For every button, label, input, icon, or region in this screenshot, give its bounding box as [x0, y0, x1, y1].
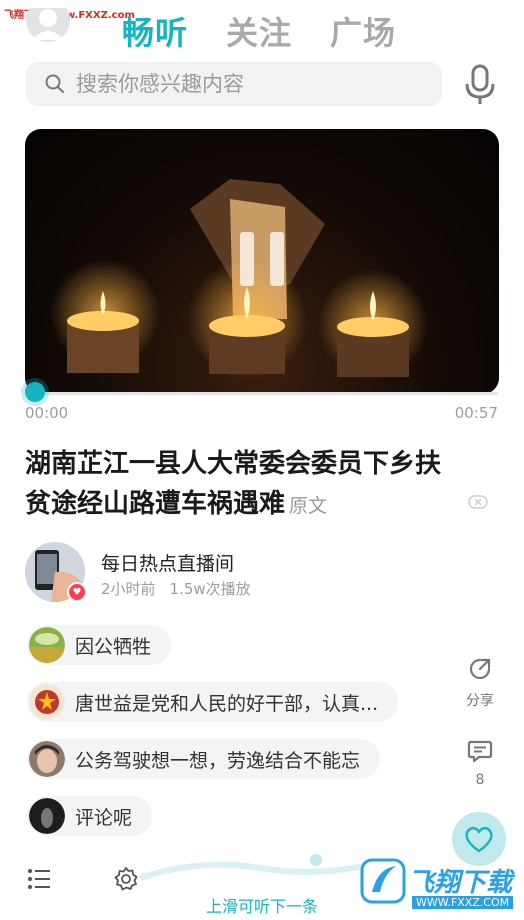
tab-follow[interactable]: 关注: [226, 8, 292, 54]
current-time: 00:00: [25, 404, 69, 422]
watermark-logo-url: WWW.FXXZ.COM: [412, 896, 514, 909]
pause-button[interactable]: [240, 232, 284, 286]
comment-bubble[interactable]: 唐世益是党和人民的好干部，认真...: [27, 682, 399, 722]
commenter-avatar: [29, 684, 65, 720]
comment-bubble[interactable]: 公务驾驶想一想，劳逸结合不能忘: [27, 739, 381, 779]
heart-badge-icon: ♥: [67, 582, 87, 602]
comment-text: 因公牺牲: [75, 635, 152, 658]
user-avatar-icon[interactable]: [24, 0, 72, 48]
channel-meta: 2小时前 1.5w次播放: [101, 578, 251, 599]
article-title-text: 湖南芷江一县人大常委会委员下乡扶贫途经山路遭车祸遇难: [25, 449, 442, 519]
comment-text: 评论呢: [75, 806, 133, 829]
post-time: 2小时前: [101, 580, 156, 598]
microphone-icon[interactable]: [462, 62, 498, 106]
comment-icon: [467, 740, 493, 763]
play-count: 1.5w次播放: [169, 580, 251, 598]
article-title: 湖南芷江一县人大常委会委员下乡扶贫途经山路遭车祸遇难 原文: [25, 444, 465, 526]
comment-bubble[interactable]: 评论呢: [27, 796, 153, 836]
comment-text: 唐世益是党和人民的好干部，认真...: [75, 692, 379, 715]
comment-text: 公务驾驶想一想，劳逸结合不能忘: [75, 749, 361, 772]
commenter-avatar: [29, 627, 65, 663]
watermark-mark-icon: [360, 858, 406, 904]
top-tabs: 畅听 关注 广场: [122, 8, 396, 54]
channel-name[interactable]: 每日热点直播间: [101, 549, 234, 576]
dismiss-icon[interactable]: [468, 495, 488, 509]
share-icon: [469, 658, 491, 680]
watermark-logo-text: 飞翔下载: [408, 868, 513, 898]
comment-button[interactable]: 8: [458, 738, 502, 788]
gear-icon[interactable]: [113, 866, 139, 892]
watermark-logo: 飞翔下载 WWW.FXXZ.COM: [360, 856, 520, 918]
progress-bar[interactable]: [34, 392, 498, 395]
commenter-avatar: [29, 798, 65, 834]
original-link[interactable]: 原文: [289, 495, 327, 517]
tab-square[interactable]: 广场: [330, 8, 396, 54]
duration: 00:57: [454, 404, 498, 422]
wave-decoration: [140, 854, 380, 881]
tab-listen[interactable]: 畅听: [122, 8, 188, 54]
pause-bar-left: [240, 232, 254, 286]
playlist-icon[interactable]: [27, 868, 51, 890]
comment-bubble[interactable]: 因公牺牲: [27, 625, 172, 665]
progress-knob[interactable]: [25, 382, 45, 402]
search-bar[interactable]: [26, 62, 442, 106]
share-label: 分享: [466, 693, 494, 709]
pause-bar-right: [270, 232, 284, 286]
heart-icon: [465, 826, 493, 853]
search-input[interactable]: [76, 72, 416, 96]
search-icon: [45, 74, 64, 93]
commenter-avatar: [29, 741, 65, 777]
share-button[interactable]: 分享: [458, 656, 502, 710]
comment-count: 8: [475, 772, 485, 788]
